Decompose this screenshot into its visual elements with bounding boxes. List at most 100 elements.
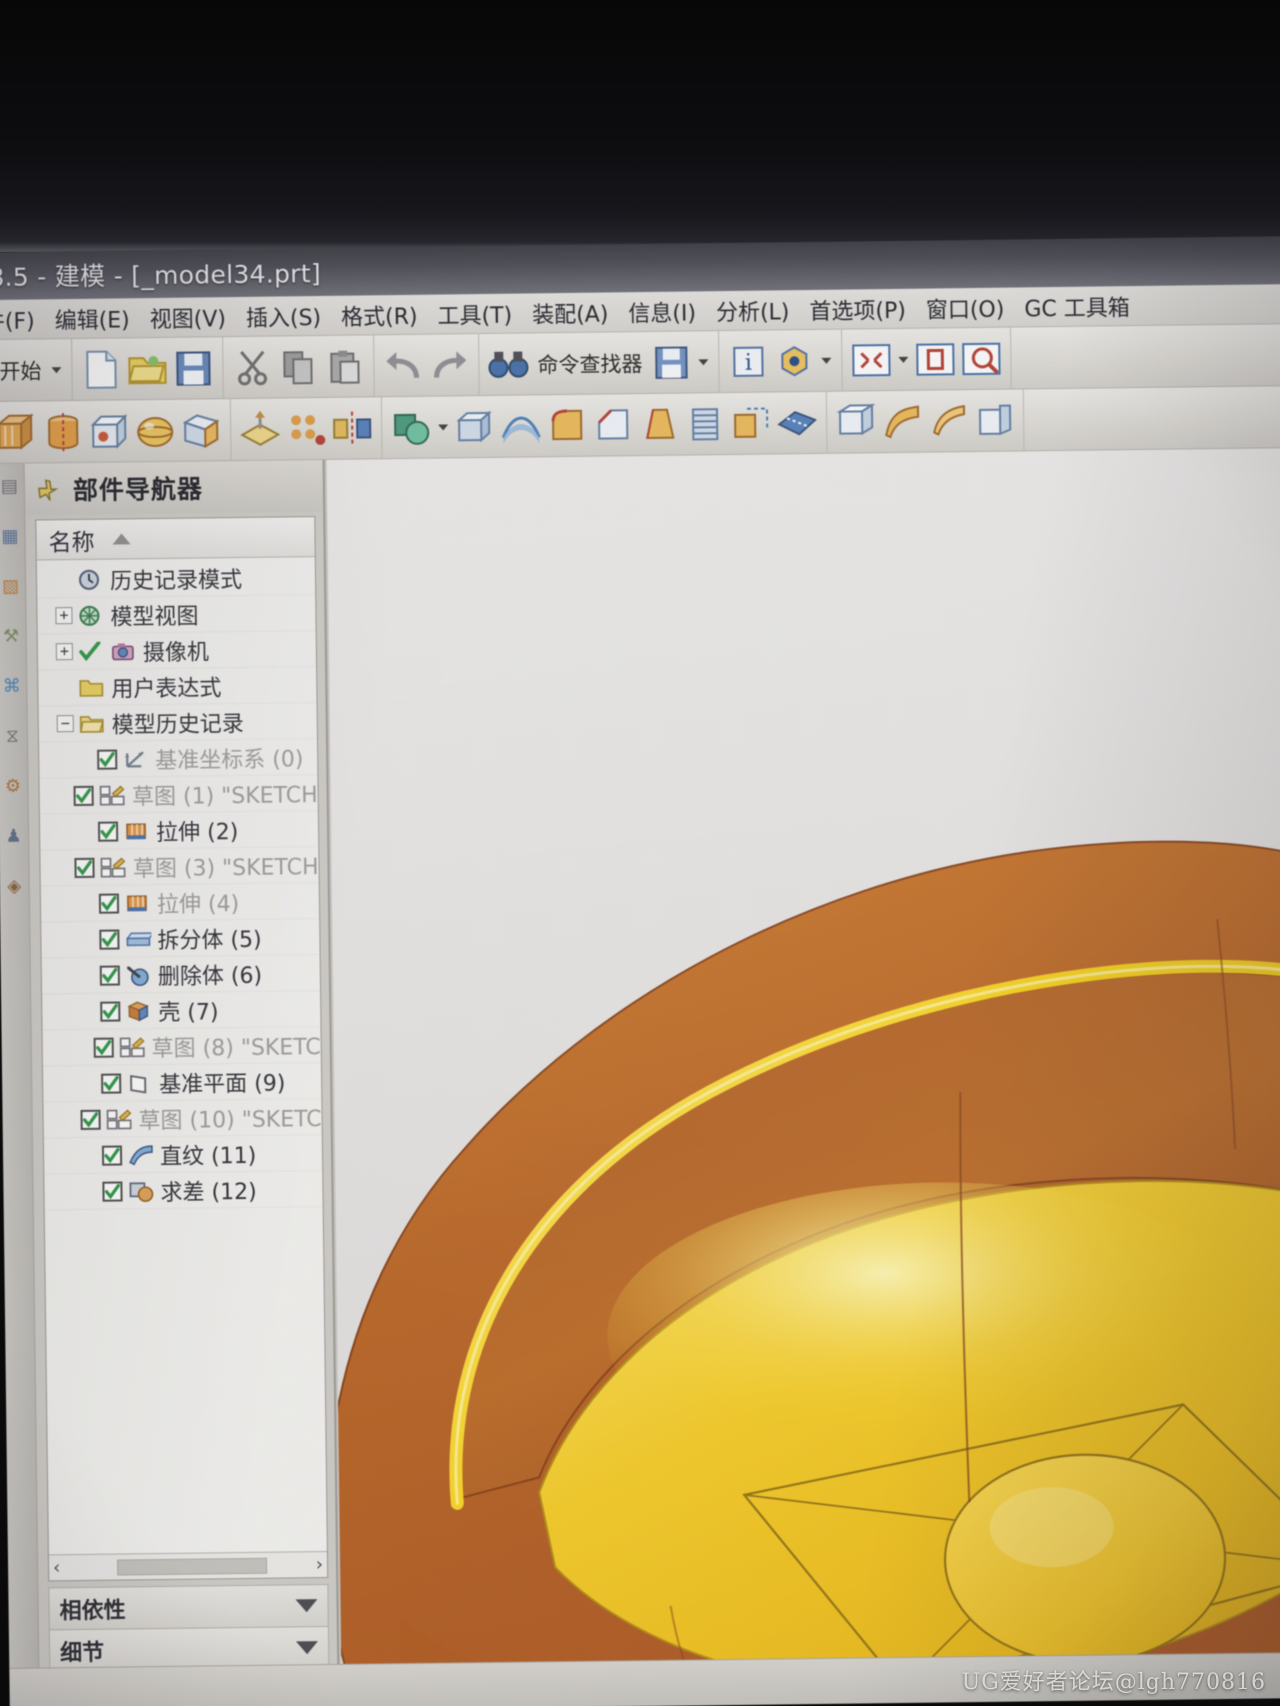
feature-tree[interactable]: 历史记录模式 + 模型视图 + 摄像机 用户表达式 − 模型历史记录 基准坐标系 (0) 草图 (… <box>36 557 327 1554</box>
block-icon[interactable] <box>86 408 133 455</box>
save-icon[interactable] <box>170 345 217 392</box>
tree-node[interactable]: 历史记录模式 <box>36 559 316 599</box>
menu-window[interactable]: 窗口(O) <box>916 289 1015 326</box>
menu-format[interactable]: 格式(R) <box>331 296 428 333</box>
trim-body-icon[interactable] <box>452 403 499 450</box>
feature-suppress-checkbox[interactable] <box>102 1180 123 1202</box>
thread-icon[interactable] <box>682 401 729 448</box>
command-finder-binoculars-icon[interactable] <box>485 341 532 388</box>
web-browser-icon[interactable]: ⌘ <box>0 674 24 698</box>
draft-icon[interactable] <box>636 401 683 448</box>
chevron-down-icon[interactable] <box>438 423 449 431</box>
zoom-fit-icon[interactable] <box>912 336 959 383</box>
chevron-down-icon[interactable] <box>51 366 62 373</box>
process-studio-icon[interactable]: ⚙ <box>1 774 25 798</box>
tree-node[interactable]: 直纹 (11) <box>43 1135 323 1175</box>
feature-suppress-checkbox[interactable] <box>97 749 118 770</box>
paste-icon[interactable] <box>321 343 368 390</box>
roles-icon[interactable]: ♟ <box>1 824 25 848</box>
open-folder-icon[interactable] <box>124 345 171 392</box>
system-materials-icon[interactable]: ◈ <box>2 874 26 898</box>
hd3d-tools-icon[interactable]: ⚒ <box>0 624 23 648</box>
reuse-library-icon[interactable]: ▧ <box>0 574 23 598</box>
scroll-right-arrow-icon[interactable]: › <box>316 1554 323 1575</box>
copy-icon[interactable] <box>275 343 322 390</box>
through-curves-icon[interactable] <box>879 398 926 445</box>
sort-ascending-arrow-icon[interactable] <box>112 533 131 545</box>
feature-suppress-checkbox[interactable] <box>93 1037 114 1058</box>
feature-suppress-checkbox[interactable] <box>101 1144 123 1166</box>
collapse-minus-icon[interactable]: − <box>56 714 74 733</box>
fit-view-icon[interactable] <box>848 336 895 383</box>
feature-suppress-checkbox[interactable] <box>98 892 120 914</box>
chamfer-icon[interactable] <box>590 402 637 449</box>
revolve-icon[interactable] <box>40 408 87 455</box>
tree-node[interactable]: 草图 (3) "SKETCH <box>40 847 319 887</box>
chevron-down-icon[interactable] <box>821 357 832 364</box>
chevron-down-icon[interactable] <box>295 1599 318 1613</box>
tree-node[interactable]: 基准平面 (9) <box>42 1063 322 1103</box>
tree-column-header[interactable]: 名称 <box>36 517 315 561</box>
zoom-window-icon[interactable] <box>958 335 1005 382</box>
menu-edit[interactable]: 编辑(E) <box>44 300 140 337</box>
redo-icon[interactable] <box>426 342 473 389</box>
tree-node[interactable]: 草图 (8) "SKETC <box>42 1027 321 1067</box>
sphere-icon[interactable] <box>132 407 179 454</box>
menu-assemblies[interactable]: 装配(A) <box>522 294 619 331</box>
menu-preferences[interactable]: 首选项(P) <box>799 290 916 327</box>
tree-node[interactable]: 用户表达式 <box>38 667 317 707</box>
pattern-feature-icon[interactable] <box>283 405 330 452</box>
object-display-icon[interactable] <box>771 337 818 384</box>
ruled-surface-icon[interactable] <box>833 399 880 446</box>
menu-analysis[interactable]: 分析(L) <box>706 292 800 329</box>
history-icon[interactable]: ⧖ <box>0 724 24 748</box>
new-file-icon[interactable] <box>78 346 125 393</box>
feature-suppress-checkbox[interactable] <box>99 964 120 986</box>
bounded-plane-icon[interactable] <box>925 398 972 445</box>
menu-information[interactable]: 信息(I) <box>618 293 706 330</box>
shell-icon[interactable] <box>178 407 225 454</box>
surface-extend-icon[interactable] <box>971 397 1018 444</box>
menu-insert[interactable]: 插入(S) <box>236 297 332 334</box>
feature-suppress-checkbox[interactable] <box>74 857 96 878</box>
pin-icon[interactable] <box>35 477 59 501</box>
assembly-navigator-icon[interactable]: ▤ <box>0 474 22 498</box>
feature-suppress-checkbox[interactable] <box>100 1000 121 1022</box>
tree-node[interactable]: 草图 (1) "SKETCH <box>39 775 318 815</box>
scrollbar-thumb[interactable] <box>116 1557 268 1576</box>
feature-suppress-checkbox[interactable] <box>97 821 119 842</box>
tree-node[interactable]: 拉伸 (2) <box>39 811 319 851</box>
tree-node[interactable]: 求差 (12) <box>44 1171 323 1211</box>
unite-boolean-icon[interactable] <box>388 404 435 451</box>
tree-node[interactable]: 拉伸 (4) <box>40 883 320 923</box>
expand-plus-icon[interactable]: + <box>55 606 73 625</box>
command-finder-label[interactable]: 命令查找器 <box>531 347 648 378</box>
extrude-icon[interactable] <box>0 409 40 456</box>
graphics-viewport[interactable] <box>326 448 1280 1706</box>
menu-gc-toolbox[interactable]: GC 工具箱 <box>1014 287 1140 325</box>
tree-node[interactable]: 拆分体 (5) <box>41 919 320 959</box>
chevron-down-icon[interactable] <box>698 358 709 365</box>
undo-icon[interactable] <box>380 342 427 389</box>
chevron-down-icon[interactable] <box>295 1641 319 1655</box>
offset-face-icon[interactable] <box>728 400 775 447</box>
feature-suppress-checkbox[interactable] <box>80 1109 101 1130</box>
expand-plus-icon[interactable]: + <box>55 642 73 661</box>
tree-node[interactable]: 基准坐标系 (0) <box>38 739 318 779</box>
section-dependencies[interactable]: 相依性 <box>48 1583 329 1630</box>
edge-blend-icon[interactable] <box>544 402 591 449</box>
menu-view[interactable]: 视图(V) <box>140 299 237 336</box>
tree-horizontal-scrollbar[interactable]: ‹ › <box>48 1551 328 1581</box>
tree-node[interactable]: 壳 (7) <box>42 991 321 1031</box>
cut-scissors-icon[interactable] <box>229 344 276 391</box>
menu-file[interactable]: 件(F) <box>0 301 45 338</box>
tree-node[interactable]: − 模型历史记录 <box>38 703 317 743</box>
start-menu-label[interactable]: 开始 <box>0 355 48 386</box>
tree-node[interactable]: + 摄像机 <box>37 631 317 671</box>
mirror-feature-icon[interactable] <box>329 405 376 452</box>
feature-suppress-checkbox[interactable] <box>101 1072 122 1094</box>
sew-icon[interactable] <box>774 399 821 446</box>
information-icon[interactable]: i <box>725 338 772 385</box>
chevron-down-icon[interactable] <box>898 356 909 363</box>
tree-node[interactable]: + 模型视图 <box>37 595 316 635</box>
